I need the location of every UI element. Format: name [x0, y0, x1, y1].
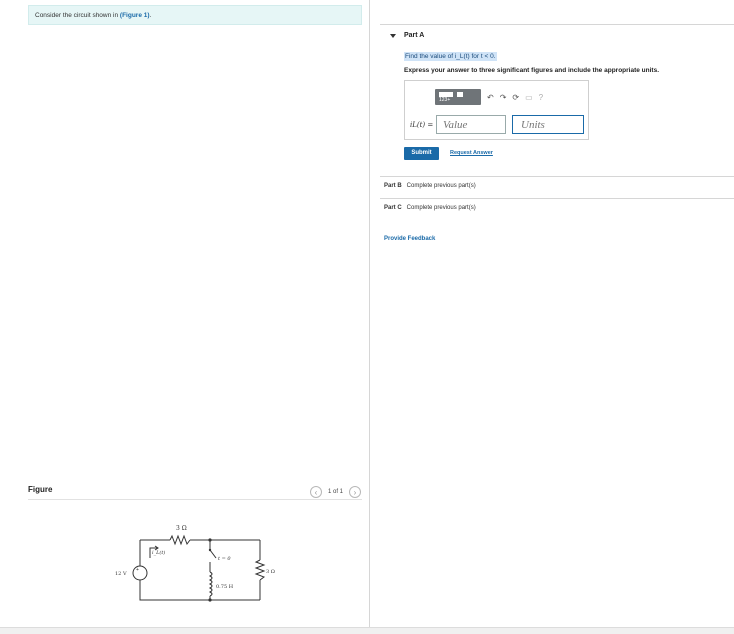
bottom-bar	[0, 627, 734, 634]
math-toolbar: 123+ ↶ ↷ ⟳ ▭ ?	[435, 89, 585, 105]
part-a-header[interactable]: Part A	[380, 24, 734, 46]
value-input[interactable]	[436, 115, 506, 134]
collapse-triangle-icon[interactable]	[390, 34, 396, 38]
chevron-right-icon[interactable]: ›	[349, 486, 362, 498]
switch-label: t = 0	[218, 556, 231, 562]
source-plus: +	[136, 567, 139, 573]
part-a-question: Find the value of i_L(t) for t < 0.	[404, 52, 497, 61]
question-panel: Part A Find the value of i_L(t) for t < …	[380, 0, 734, 634]
prompt-text: Consider the circuit shown in	[35, 12, 119, 19]
node-top	[208, 538, 212, 542]
undo-icon[interactable]: ↶	[487, 93, 494, 102]
part-c-status: Complete previous part(s)	[406, 205, 476, 211]
current-label: i_L(t)	[152, 549, 165, 556]
circuit-diagram: 3 Ω i_L(t) 12 V + t = 0 0.75 H 3 Ω	[115, 525, 275, 602]
units-input[interactable]	[512, 115, 584, 134]
answer-label: iL(t) =	[410, 121, 434, 129]
resistor-top-symbol	[169, 534, 191, 546]
provide-feedback-link[interactable]: Provide Feedback	[384, 236, 435, 242]
figure-divider	[28, 499, 362, 500]
part-c-title: Part C	[384, 205, 402, 211]
keyboard-icon[interactable]: ▭	[525, 93, 533, 102]
source-label: 12 V	[115, 571, 127, 577]
prompt-suffix: .	[149, 12, 152, 19]
part-b-title: Part B	[384, 183, 402, 189]
reset-icon[interactable]: ⟳	[512, 93, 519, 102]
inductor-symbol	[208, 571, 213, 597]
part-a-title: Part A	[404, 32, 425, 39]
figure-pager: ‹ 1 of 1 ›	[310, 486, 362, 498]
pager-text: 1 of 1	[328, 489, 344, 495]
resistor-right-label: 3 Ω	[266, 569, 275, 575]
problem-statement: Consider the circuit shown in (Figure 1)…	[28, 5, 362, 25]
part-b-row[interactable]: Part B Complete previous part(s)	[380, 176, 734, 198]
resistor-right-symbol	[254, 559, 266, 581]
inductor-label: 0.75 H	[216, 584, 234, 590]
wire-bottom	[139, 580, 260, 601]
templates-label: 123+	[439, 97, 451, 103]
templates-button[interactable]: 123+	[435, 89, 481, 105]
part-a-instructions: Express your answer to three significant…	[404, 67, 659, 74]
figure-label: Figure	[28, 485, 53, 494]
redo-icon[interactable]: ↷	[500, 93, 507, 102]
part-b-status: Complete previous part(s)	[406, 183, 476, 189]
problem-panel: Consider the circuit shown in (Figure 1)…	[0, 0, 370, 634]
request-answer-link[interactable]: Request Answer	[450, 150, 493, 156]
switch-contact	[208, 548, 212, 552]
node-bottom	[208, 598, 212, 602]
part-c-row[interactable]: Part C Complete previous part(s)	[380, 198, 734, 220]
resistor-top-label: 3 Ω	[176, 525, 187, 532]
answer-box: 123+ ↶ ↷ ⟳ ▭ ? iL(t) =	[404, 80, 589, 140]
help-icon[interactable]: ?	[539, 93, 543, 102]
submit-button[interactable]: Submit	[404, 147, 439, 160]
chevron-left-icon[interactable]: ‹	[310, 486, 322, 498]
figure-link[interactable]: (Figure 1)	[120, 12, 150, 19]
switch-blade	[209, 549, 217, 559]
